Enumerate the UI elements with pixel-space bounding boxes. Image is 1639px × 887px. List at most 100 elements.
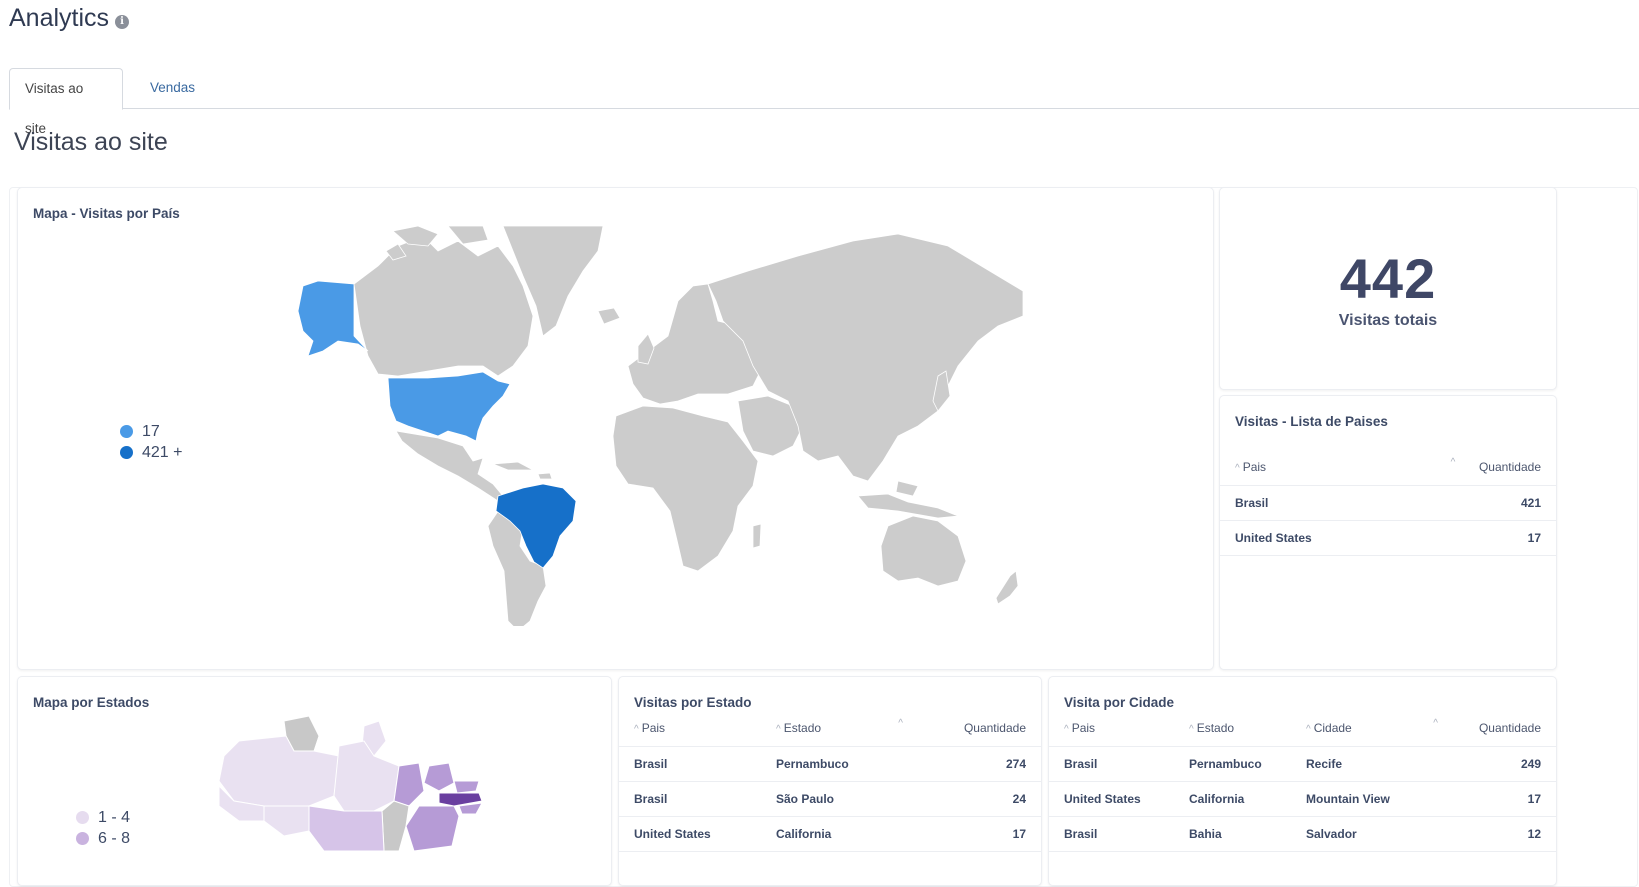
total-visits-card: 442 Visitas totais — [1219, 187, 1557, 390]
legend-label: 421 + — [142, 443, 183, 461]
page-title-text: Analytics — [9, 4, 110, 32]
state-amazonas — [218, 735, 340, 807]
cell-estado: Pernambuco — [761, 746, 911, 782]
country-canada — [353, 235, 534, 377]
table-row[interactable]: Brasil 421 — [1220, 485, 1556, 521]
cell-pais: United States — [619, 816, 761, 852]
country-australia — [880, 515, 967, 587]
country-caribbean — [492, 461, 553, 480]
country-list-card: Visitas - Lista de Paises ^ Pais ^ Quantid… — [1219, 395, 1557, 670]
info-icon[interactable]: i — [115, 14, 130, 29]
table-row[interactable]: United States California 17 — [619, 816, 1041, 852]
country-new-zealand — [995, 570, 1019, 605]
legend-label: 17 — [142, 422, 160, 440]
total-visits-label: Visitas totais — [1338, 312, 1438, 329]
section-title: Visitas ao site — [14, 128, 168, 156]
country-united-states — [387, 371, 511, 442]
column-header-quantidade[interactable]: Quantidade — [1446, 710, 1556, 747]
cell-pais: Brasil — [1049, 746, 1174, 782]
sort-caret-icon: ^ — [1064, 723, 1069, 735]
column-header-quantidade[interactable]: Quantidade — [911, 710, 1041, 747]
cell-cidade: Salvador — [1291, 816, 1446, 852]
country-list-title: Visitas - Lista de Paises — [1235, 414, 1388, 429]
cell-estado: Pernambuco — [1174, 746, 1291, 782]
table-row[interactable]: Brasil São Paulo 24 — [619, 781, 1041, 817]
table-row[interactable]: Brasil Pernambuco Recife 249 — [1049, 746, 1556, 782]
cell-quantidade: 249 — [1446, 746, 1556, 782]
column-header-label: Estado — [1196, 720, 1235, 735]
column-header-label: Pais — [1071, 720, 1096, 735]
state-maranhao — [393, 762, 425, 807]
country-list-table: ^ Pais ^ Quantidade Brasil 421 United Stat… — [1220, 449, 1556, 556]
state-map-legend: 1 - 4 6 - 8 — [76, 807, 130, 849]
country-map-title: Mapa - Visitas por País — [33, 206, 180, 221]
cell-pais: United States — [1049, 781, 1174, 817]
state-bahia — [405, 805, 460, 851]
cell-pais: Brasil — [1049, 816, 1174, 852]
cell-pais: Brasil — [619, 781, 761, 817]
column-header-estado[interactable]: ^ Estado — [1174, 710, 1291, 747]
sort-caret-icon: ^ — [1433, 718, 1438, 729]
cell-quantidade: 17 — [911, 816, 1041, 852]
tab-vendas[interactable]: Vendas — [135, 68, 210, 109]
legend-label: 6 - 8 — [98, 829, 131, 847]
table-row[interactable]: Brasil Pernambuco 274 — [619, 746, 1041, 782]
state-para — [333, 740, 400, 812]
column-header-label: Cidade — [1313, 720, 1352, 735]
table-row[interactable]: Brasil Bahia Salvador 12 — [1049, 816, 1556, 852]
column-header-pais[interactable]: ^ Pais ^ — [1220, 449, 1455, 486]
column-header-label: Pais — [1242, 459, 1267, 474]
column-header-pais[interactable]: ^ Pais — [1049, 710, 1174, 747]
column-header-cidade[interactable]: ^ Cidade ^ — [1291, 710, 1446, 747]
legend-item: 1 - 4 — [76, 807, 130, 828]
column-header-label: Estado — [783, 720, 822, 735]
city-table: ^ Pais ^ Estado ^ Cidade ^ Quantidade Brasil… — [1049, 710, 1556, 852]
tab-bar: Visitas ao site Vendas — [9, 68, 1639, 136]
cell-pais: United States — [1220, 520, 1401, 556]
table-row[interactable]: United States 17 — [1220, 520, 1556, 556]
brazil-states-map[interactable] — [214, 711, 514, 851]
page-title: Analytics i — [9, 4, 130, 33]
column-header-label: Quantidade — [963, 720, 1026, 735]
state-table-title: Visitas por Estado — [634, 695, 752, 710]
column-header-label: Pais — [641, 720, 666, 735]
sort-caret-icon: ^ — [1189, 723, 1194, 735]
table-row[interactable]: United States California Mountain View 1… — [1049, 781, 1556, 817]
sort-caret-icon: ^ — [898, 718, 903, 729]
country-africa — [612, 405, 759, 572]
world-map[interactable] — [298, 226, 1023, 626]
country-map-legend: 17 421 + — [120, 421, 182, 463]
table-header-row: ^ Pais ^ Estado ^ Cidade ^ Quantidade — [1049, 710, 1556, 747]
column-header-quantidade[interactable]: Quantidade — [1400, 449, 1556, 486]
legend-label: 1 - 4 — [98, 808, 131, 826]
sort-caret-icon: ^ — [776, 723, 781, 735]
cell-pais: Brasil — [1220, 485, 1401, 521]
table-header-row: ^ Pais ^ Quantidade — [1220, 449, 1556, 486]
column-header-pais[interactable]: ^ Pais — [619, 710, 761, 747]
cell-quantidade: 12 — [1446, 816, 1556, 852]
country-madagascar — [752, 523, 762, 549]
cell-estado: Bahia — [1174, 816, 1291, 852]
state-mato-grosso — [308, 805, 385, 851]
country-mexico — [395, 430, 504, 502]
cell-quantidade: 17 — [1446, 781, 1556, 817]
state-table-card: Visitas por Estado ^ Pais ^ Estado ^ Quanti… — [618, 676, 1042, 886]
cell-estado: California — [761, 816, 911, 852]
sort-caret-icon: ^ — [1306, 723, 1311, 735]
column-header-estado[interactable]: ^ Estado ^ — [761, 710, 911, 747]
city-table-title: Visita por Cidade — [1064, 695, 1175, 710]
sort-caret-icon: ^ — [1235, 462, 1240, 474]
cell-cidade: Recife — [1291, 746, 1446, 782]
legend-item: 421 + — [120, 442, 182, 463]
legend-dot — [120, 425, 133, 438]
legend-dot — [76, 811, 89, 824]
tab-visitas-ao-site[interactable]: Visitas ao site — [9, 68, 123, 136]
sort-caret-icon: ^ — [634, 723, 639, 735]
table-header-row: ^ Pais ^ Estado ^ Quantidade — [619, 710, 1041, 747]
total-visits-value: 442 — [1339, 247, 1437, 310]
cell-quantidade: 24 — [911, 781, 1041, 817]
column-header-label: Quantidade — [1478, 720, 1541, 735]
legend-dot — [120, 446, 133, 459]
state-tocantins — [381, 800, 410, 851]
state-map-card: Mapa por Estados 1 - 4 6 - 8 — [17, 676, 612, 886]
